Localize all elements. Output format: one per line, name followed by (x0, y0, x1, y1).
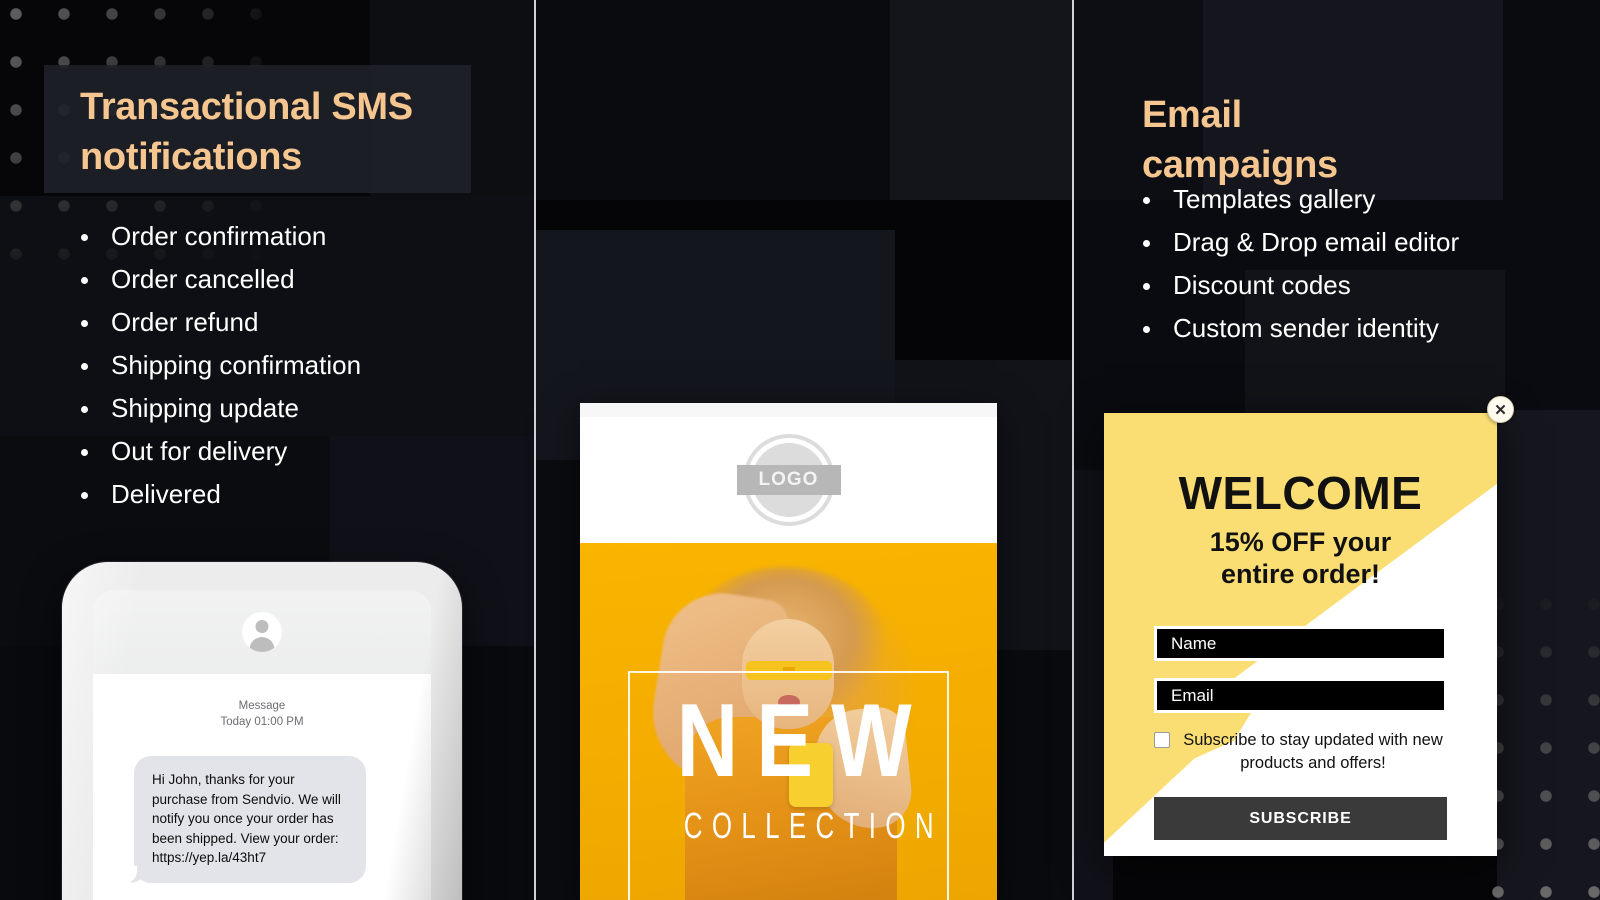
logo-placeholder-icon: LOGO (736, 434, 841, 526)
message-timestamp: Today 01:00 PM (220, 716, 304, 728)
list-item: Order cancelled (78, 258, 361, 301)
subscribe-checkbox[interactable] (1154, 732, 1170, 748)
logo-text: LOGO (736, 465, 841, 495)
message-label: Message (238, 700, 286, 712)
phone-mockup: Message Today 01:00 PM Hi John, thanks f… (62, 562, 462, 900)
user-avatar-icon (242, 612, 282, 652)
subscribe-checkbox-row[interactable]: Subscribe to stay updated with new produ… (1154, 729, 1447, 775)
popup-subtitle: 15% OFF your entire order! (1154, 518, 1447, 590)
email-subheadline: COLLECTION (683, 805, 943, 846)
email-hero-photo: NEW COLLECTION (580, 543, 997, 900)
email-hero-frame: NEW COLLECTION (628, 671, 949, 900)
popup-subtitle-line1: 15% OFF your (1209, 527, 1392, 557)
sms-message-bubble: Hi John, thanks for your purchase from S… (125, 756, 366, 883)
email-top-strip (580, 403, 997, 417)
phone-contact-bar (93, 590, 431, 674)
name-field[interactable]: Name (1154, 626, 1447, 661)
list-item: Order refund (78, 301, 361, 344)
list-item: Out for delivery (78, 430, 361, 473)
list-item: Order confirmation (78, 215, 361, 258)
popup-subtitle-line2: entire order! (1220, 559, 1381, 589)
list-item: Shipping confirmation (78, 344, 361, 387)
close-icon[interactable]: ✕ (1487, 396, 1514, 423)
subscribe-button[interactable]: SUBSCRIBE (1154, 797, 1447, 840)
list-item: Shipping update (78, 387, 361, 430)
email-headline: NEW (676, 683, 930, 799)
email-template-mockup: LOGO NEW COLLECTION (580, 403, 997, 900)
phone-screen: Message Today 01:00 PM Hi John, thanks f… (93, 590, 431, 900)
subscribe-checkbox-label: Subscribe to stay updated with new produ… (1183, 731, 1443, 772)
popup-form-mockup: WELCOME 15% OFF your entire order! Name … (1104, 413, 1497, 856)
page-title-sms: Transactional SMS notifications (80, 86, 413, 179)
message-meta: Message Today 01:00 PM (93, 674, 431, 730)
list-item: Delivered (78, 473, 361, 516)
email-field[interactable]: Email (1154, 678, 1447, 713)
popup-title: WELCOME (1178, 467, 1423, 519)
email-header: LOGO (580, 417, 997, 543)
feature-list-sms: Order confirmation Order cancelled Order… (78, 215, 361, 516)
